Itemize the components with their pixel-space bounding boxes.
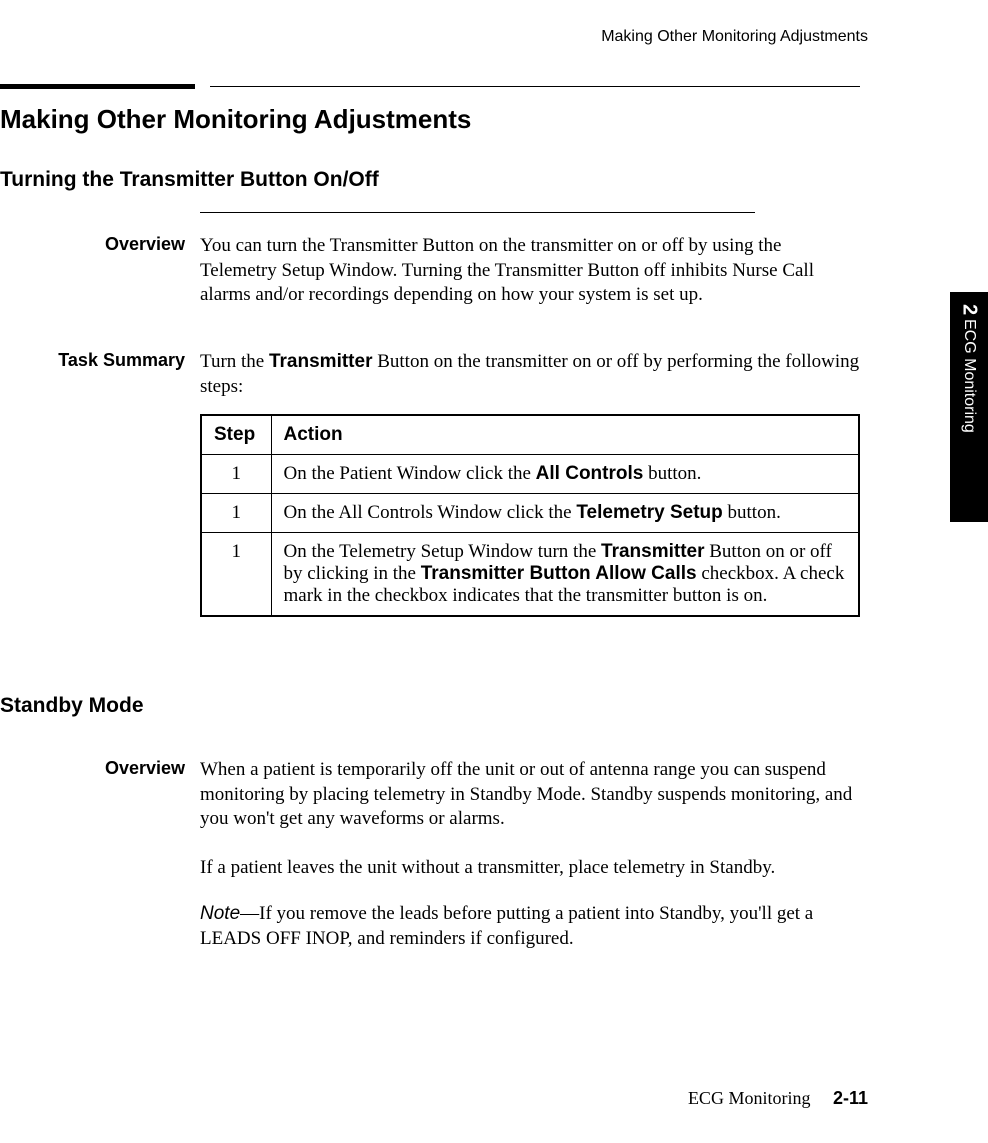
all-controls-bold: All Controls — [536, 463, 644, 484]
footer-page-number: 2-11 — [833, 1088, 868, 1108]
section-heading-standby: Standby Mode — [0, 694, 144, 718]
table-row: 1 On the Patient Window click the All Co… — [201, 455, 859, 494]
transmitter-bold: Transmitter — [269, 351, 372, 372]
note-label: Note — [200, 903, 240, 924]
running-header: Making Other Monitoring Adjustments — [601, 28, 868, 46]
step-number: 1 — [201, 494, 271, 533]
section-rule — [0, 84, 860, 94]
step-number: 1 — [201, 455, 271, 494]
chapter-title: ECG Monitoring — [960, 319, 978, 433]
transmitter-bold: Transmitter — [601, 541, 704, 562]
task-summary-body: Turn the Transmitter Button on the trans… — [200, 350, 860, 399]
text: On the Telemetry Setup Window turn the — [284, 541, 602, 562]
overview-label: Overview — [0, 234, 185, 255]
step-action: On the Patient Window click the All Cont… — [271, 455, 859, 494]
text: button. — [723, 502, 781, 523]
overview-body: You can turn the Transmitter Button on t… — [200, 234, 860, 308]
steps-table: Step Action 1 On the Patient Window clic… — [200, 414, 860, 617]
step-number: 1 — [201, 533, 271, 617]
standby-paragraph: If a patient leaves the unit without a t… — [200, 856, 860, 881]
text: On the Patient Window click the — [284, 463, 536, 484]
text: On the All Controls Window click the — [284, 502, 577, 523]
text: button. — [643, 463, 701, 484]
allow-calls-bold: Transmitter Button Allow Calls — [421, 563, 697, 584]
section-heading-transmitter: Turning the Transmitter Button On/Off — [0, 168, 379, 192]
note-body: If you remove the leads before putting a… — [200, 903, 813, 949]
telemetry-setup-bold: Telemetry Setup — [576, 502, 722, 523]
table-row: 1 On the Telemetry Setup Window turn the… — [201, 533, 859, 617]
chapter-number: 2 — [958, 304, 981, 315]
col-step-header: Step — [201, 415, 271, 455]
rule-thin — [210, 86, 860, 87]
divider — [200, 212, 755, 213]
standby-note: Note—If you remove the leads before putt… — [200, 902, 860, 951]
chapter-tab: 2 ECG Monitoring — [950, 292, 988, 522]
table-row: 1 On the All Controls Window click the T… — [201, 494, 859, 533]
page-title: Making Other Monitoring Adjustments — [0, 104, 471, 135]
page-footer: ECG Monitoring 2-11 — [688, 1088, 868, 1109]
col-action-header: Action — [271, 415, 859, 455]
note-dash: — — [240, 903, 259, 924]
step-action: On the Telemetry Setup Window turn the T… — [271, 533, 859, 617]
standby-overview-body: When a patient is temporarily off the un… — [200, 758, 860, 832]
overview-label: Overview — [0, 758, 185, 779]
footer-title: ECG Monitoring — [688, 1088, 811, 1108]
text: Turn the — [200, 351, 269, 372]
task-summary-label: Task Summary — [0, 350, 185, 371]
step-action: On the All Controls Window click the Tel… — [271, 494, 859, 533]
rule-thick — [0, 84, 195, 89]
